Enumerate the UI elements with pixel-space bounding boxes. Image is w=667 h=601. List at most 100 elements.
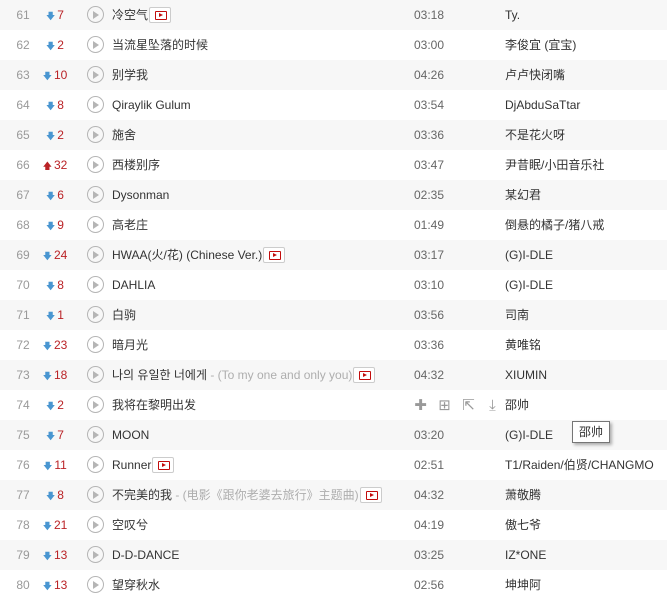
artist-link[interactable]: 卢卢快闭嘴 [505, 60, 565, 90]
song-title-text[interactable]: D-D-DANCE [112, 548, 179, 562]
song-row[interactable]: 67 🡇 6 Dysonman 02:35 某幻君 [0, 180, 667, 210]
song-title[interactable]: MOON [112, 420, 149, 450]
song-row[interactable]: 78 🡇 21 空叹兮 04:19 傲七爷 [0, 510, 667, 540]
song-title[interactable]: 不完美的我 - (电影《跟你老婆去旅行》主题曲) [112, 480, 382, 510]
song-title-text[interactable]: 望穿秋水 [112, 578, 160, 592]
artist-link[interactable]: 邵帅 [505, 390, 529, 420]
song-title-text[interactable]: 나의 유일한 너에게 [112, 368, 207, 382]
song-row[interactable]: 61 🡇 7 冷空气 03:18 Ty. [0, 0, 667, 30]
song-title[interactable]: 空叹兮 [112, 510, 148, 540]
song-title[interactable]: 施舍 [112, 120, 136, 150]
song-title-text[interactable]: Qiraylik Gulum [112, 98, 191, 112]
artist-link[interactable]: 不是花火呀 [505, 120, 565, 150]
song-title-text[interactable]: Runner [112, 458, 151, 472]
mv-icon[interactable] [152, 456, 175, 473]
song-row[interactable]: 69 🡇 24 HWAA(火/花) (Chinese Ver.) 03:17 (G)I… [0, 240, 667, 270]
song-title-text[interactable]: 空叹兮 [112, 518, 148, 532]
song-title-text[interactable]: 施舍 [112, 128, 136, 142]
artist-link[interactable]: Ty. [505, 0, 520, 30]
song-title-text[interactable]: 当流星坠落的时候 [112, 38, 208, 52]
song-title[interactable]: 别学我 [112, 60, 148, 90]
song-title[interactable]: 白驹 [112, 300, 136, 330]
play-icon[interactable] [87, 276, 104, 293]
song-title[interactable]: 望穿秋水 [112, 570, 160, 600]
song-title-text[interactable]: 别学我 [112, 68, 148, 82]
song-row[interactable]: 75 🡇 7 MOON 03:20 (G)I-DLE [0, 420, 667, 450]
mv-icon[interactable] [359, 486, 382, 503]
song-title-text[interactable]: HWAA(火/花) (Chinese Ver.) [112, 248, 262, 262]
play-icon[interactable] [87, 96, 104, 113]
play-icon[interactable] [87, 6, 104, 23]
artist-link[interactable]: (G)I-DLE [505, 240, 553, 270]
artist-link[interactable]: 坤坤阿 [505, 570, 541, 600]
song-row[interactable]: 71 🡇 1 白驹 03:56 司南 [0, 300, 667, 330]
share-icon[interactable]: ⇱ [461, 398, 476, 413]
song-row[interactable]: 63 🡇 10 别学我 04:26 卢卢快闭嘴 [0, 60, 667, 90]
song-title[interactable]: 当流星坠落的时候 [112, 30, 208, 60]
song-title[interactable]: 西楼别序 [112, 150, 160, 180]
song-title[interactable]: Runner [112, 450, 175, 480]
play-icon[interactable] [87, 516, 104, 533]
artist-link[interactable]: IZ*ONE [505, 540, 546, 570]
song-row[interactable]: 68 🡇 9 高老庄 01:49 倒悬的橘子/猪八戒 [0, 210, 667, 240]
play-icon[interactable] [87, 306, 104, 323]
play-icon[interactable] [87, 216, 104, 233]
artist-link[interactable]: 倒悬的橘子/猪八戒 [505, 210, 604, 240]
song-title[interactable]: 暗月光 [112, 330, 148, 360]
artist-link[interactable]: T1/Raiden/伯贤/CHANGMO [505, 450, 654, 480]
song-row[interactable]: 76 🡇 11 Runner 02:51 T1/Raiden/伯贤/CHANGMO [0, 450, 667, 480]
song-row[interactable]: 77 🡇 8 不完美的我 - (电影《跟你老婆去旅行》主题曲) 04:32 萧敬腾 [0, 480, 667, 510]
song-row[interactable]: 65 🡇 2 施舍 03:36 不是花火呀 [0, 120, 667, 150]
mv-icon[interactable] [353, 366, 376, 383]
song-title[interactable]: D-D-DANCE [112, 540, 179, 570]
artist-link[interactable]: 李俊宜 (宜宝) [505, 30, 576, 60]
mv-icon[interactable] [263, 246, 286, 263]
song-row[interactable]: 70 🡇 8 DAHLIA 03:10 (G)I-DLE [0, 270, 667, 300]
play-icon[interactable] [87, 576, 104, 593]
song-title-text[interactable]: 白驹 [112, 308, 136, 322]
song-title[interactable]: DAHLIA [112, 270, 155, 300]
song-title-text[interactable]: 暗月光 [112, 338, 148, 352]
song-title-text[interactable]: DAHLIA [112, 278, 155, 292]
song-row[interactable]: 80 🡇 13 望穿秋水 02:56 坤坤阿 [0, 570, 667, 600]
play-icon[interactable] [87, 546, 104, 563]
song-title[interactable]: 나의 유일한 너에게 - (To my one and only you) [112, 360, 376, 390]
play-icon[interactable] [87, 66, 104, 83]
play-icon[interactable] [87, 486, 104, 503]
song-row[interactable]: 79 🡇 13 D-D-DANCE 03:25 IZ*ONE [0, 540, 667, 570]
song-row[interactable]: 64 🡇 8 Qiraylik Gulum 03:54 DjAbduSaTtar [0, 90, 667, 120]
artist-link[interactable]: 黄唯铭 [505, 330, 541, 360]
mv-icon[interactable] [149, 6, 172, 23]
song-title[interactable]: Dysonman [112, 180, 169, 210]
play-icon[interactable] [87, 336, 104, 353]
artist-link[interactable]: (G)I-DLE [505, 270, 553, 300]
song-title-text[interactable]: 不完美的我 [112, 488, 172, 502]
song-row[interactable]: 74 🡇 2 我将在黎明出发 ✚ ⊞ ⇱ ⤓ 邵帅 [0, 390, 667, 420]
artist-link[interactable]: 傲七爷 [505, 510, 541, 540]
artist-link[interactable]: DjAbduSaTtar [505, 90, 580, 120]
artist-link[interactable]: 某幻君 [505, 180, 541, 210]
song-title-text[interactable]: 高老庄 [112, 218, 148, 232]
song-title[interactable]: 我将在黎明出发 [112, 390, 196, 420]
play-icon[interactable] [87, 156, 104, 173]
play-icon[interactable] [87, 426, 104, 443]
play-icon[interactable] [87, 456, 104, 473]
song-row[interactable]: 62 🡇 2 当流星坠落的时候 03:00 李俊宜 (宜宝) [0, 30, 667, 60]
play-icon[interactable] [87, 126, 104, 143]
play-icon[interactable] [87, 366, 104, 383]
artist-link[interactable]: XIUMIN [505, 360, 547, 390]
artist-link[interactable]: (G)I-DLE [505, 420, 553, 450]
song-row[interactable]: 73 🡇 18 나의 유일한 너에게 - (To my one and only … [0, 360, 667, 390]
song-title[interactable]: Qiraylik Gulum [112, 90, 191, 120]
artist-link[interactable]: 尹昔眠/小田音乐社 [505, 150, 604, 180]
artist-link[interactable]: 司南 [505, 300, 529, 330]
song-title[interactable]: HWAA(火/花) (Chinese Ver.) [112, 240, 286, 270]
play-icon[interactable] [87, 246, 104, 263]
song-row[interactable]: 66 🡅 32 西楼别序 03:47 尹昔眠/小田音乐社 [0, 150, 667, 180]
song-title-text[interactable]: 西楼别序 [112, 158, 160, 172]
song-title-text[interactable]: 我将在黎明出发 [112, 398, 196, 412]
add-icon[interactable]: ✚ [413, 398, 428, 413]
song-title-text[interactable]: MOON [112, 428, 149, 442]
artist-link[interactable]: 萧敬腾 [505, 480, 541, 510]
song-title[interactable]: 高老庄 [112, 210, 148, 240]
